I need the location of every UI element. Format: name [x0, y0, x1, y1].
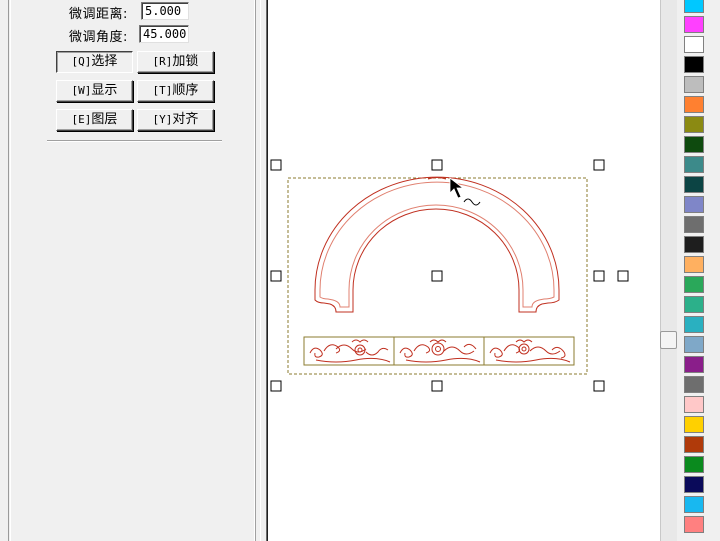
- color-swatch[interactable]: [684, 336, 704, 353]
- color-swatch[interactable]: [684, 496, 704, 513]
- select-button-label: 选择: [91, 54, 118, 69]
- layer-button[interactable]: [E]图层: [56, 109, 133, 131]
- color-swatch[interactable]: [684, 36, 704, 53]
- handle-top-right: [593, 159, 605, 171]
- color-swatch[interactable]: [684, 176, 704, 193]
- order-button[interactable]: [T]顺序: [137, 80, 214, 102]
- drawing-canvas[interactable]: [268, 0, 660, 541]
- align-button[interactable]: [Y]对齐: [137, 109, 214, 131]
- handle-bottom-left: [270, 380, 282, 392]
- color-swatch[interactable]: [684, 236, 704, 253]
- align-button-label: 对齐: [172, 112, 199, 127]
- handle-top-left: [270, 159, 282, 171]
- color-swatch[interactable]: [684, 356, 704, 373]
- color-swatch[interactable]: [684, 16, 704, 33]
- display-button[interactable]: [W]显示: [56, 80, 133, 102]
- order-button-key: [T]: [152, 84, 173, 97]
- lock-button-label: 加锁: [172, 54, 199, 69]
- splitter-highlight: [260, 0, 261, 541]
- color-swatch[interactable]: [684, 396, 704, 413]
- select-button-key: [Q]: [71, 55, 92, 68]
- color-swatch[interactable]: [684, 256, 704, 273]
- handle-bottom-center: [431, 380, 443, 392]
- color-swatch[interactable]: [684, 76, 704, 93]
- select-button[interactable]: [Q]选择: [56, 51, 133, 73]
- canvas-drawing: [270, 159, 629, 392]
- color-swatch[interactable]: [684, 296, 704, 313]
- color-swatch[interactable]: [684, 136, 704, 153]
- display-button-label: 显示: [91, 83, 118, 98]
- scrollbar-thumb[interactable]: [660, 331, 677, 349]
- color-swatch[interactable]: [684, 436, 704, 453]
- color-swatch[interactable]: [684, 96, 704, 113]
- panel-border-shadow: [8, 0, 9, 541]
- mouse-cursor-icon: [449, 177, 481, 206]
- handle-center: [431, 270, 443, 282]
- color-swatch[interactable]: [684, 216, 704, 233]
- window-left-border: [0, 0, 8, 541]
- nudge-angle-input[interactable]: 45.000: [139, 25, 189, 43]
- nudge-angle-label: 微调角度:: [69, 30, 128, 45]
- color-swatch[interactable]: [684, 196, 704, 213]
- order-button-label: 顺序: [172, 83, 199, 98]
- handle-top-center: [431, 159, 443, 171]
- lock-button-key: [R]: [152, 55, 173, 68]
- tool-panel: 微调距离: 5.000 微调角度: 45.000 [Q]选择 [R]加锁 [W]…: [11, 0, 254, 541]
- handle-extra-right: [617, 270, 629, 282]
- floral-border-strip[interactable]: [303, 336, 575, 366]
- handle-middle-right: [593, 270, 605, 282]
- vertical-scrollbar[interactable]: [660, 0, 677, 541]
- nudge-distance-input[interactable]: 5.000: [141, 2, 189, 20]
- color-swatch[interactable]: [684, 276, 704, 293]
- color-swatch[interactable]: [684, 116, 704, 133]
- align-button-key: [Y]: [152, 113, 173, 126]
- display-button-key: [W]: [71, 84, 92, 97]
- lock-button[interactable]: [R]加锁: [137, 51, 214, 73]
- arch-shape[interactable]: [314, 176, 560, 313]
- color-swatch[interactable]: [684, 56, 704, 73]
- color-swatch[interactable]: [684, 416, 704, 433]
- nudge-distance-label: 微调距离:: [69, 7, 128, 22]
- color-swatch[interactable]: [684, 516, 704, 533]
- color-swatch[interactable]: [684, 476, 704, 493]
- color-swatch[interactable]: [684, 156, 704, 173]
- handle-middle-left: [270, 270, 282, 282]
- panel-divider-highlight: [47, 141, 222, 142]
- layer-button-key: [E]: [71, 113, 92, 126]
- color-swatch[interactable]: [684, 0, 704, 13]
- color-swatch[interactable]: [684, 456, 704, 473]
- color-swatch[interactable]: [684, 376, 704, 393]
- handle-bottom-right: [593, 380, 605, 392]
- layer-button-label: 图层: [91, 112, 118, 127]
- color-swatch[interactable]: [684, 316, 704, 333]
